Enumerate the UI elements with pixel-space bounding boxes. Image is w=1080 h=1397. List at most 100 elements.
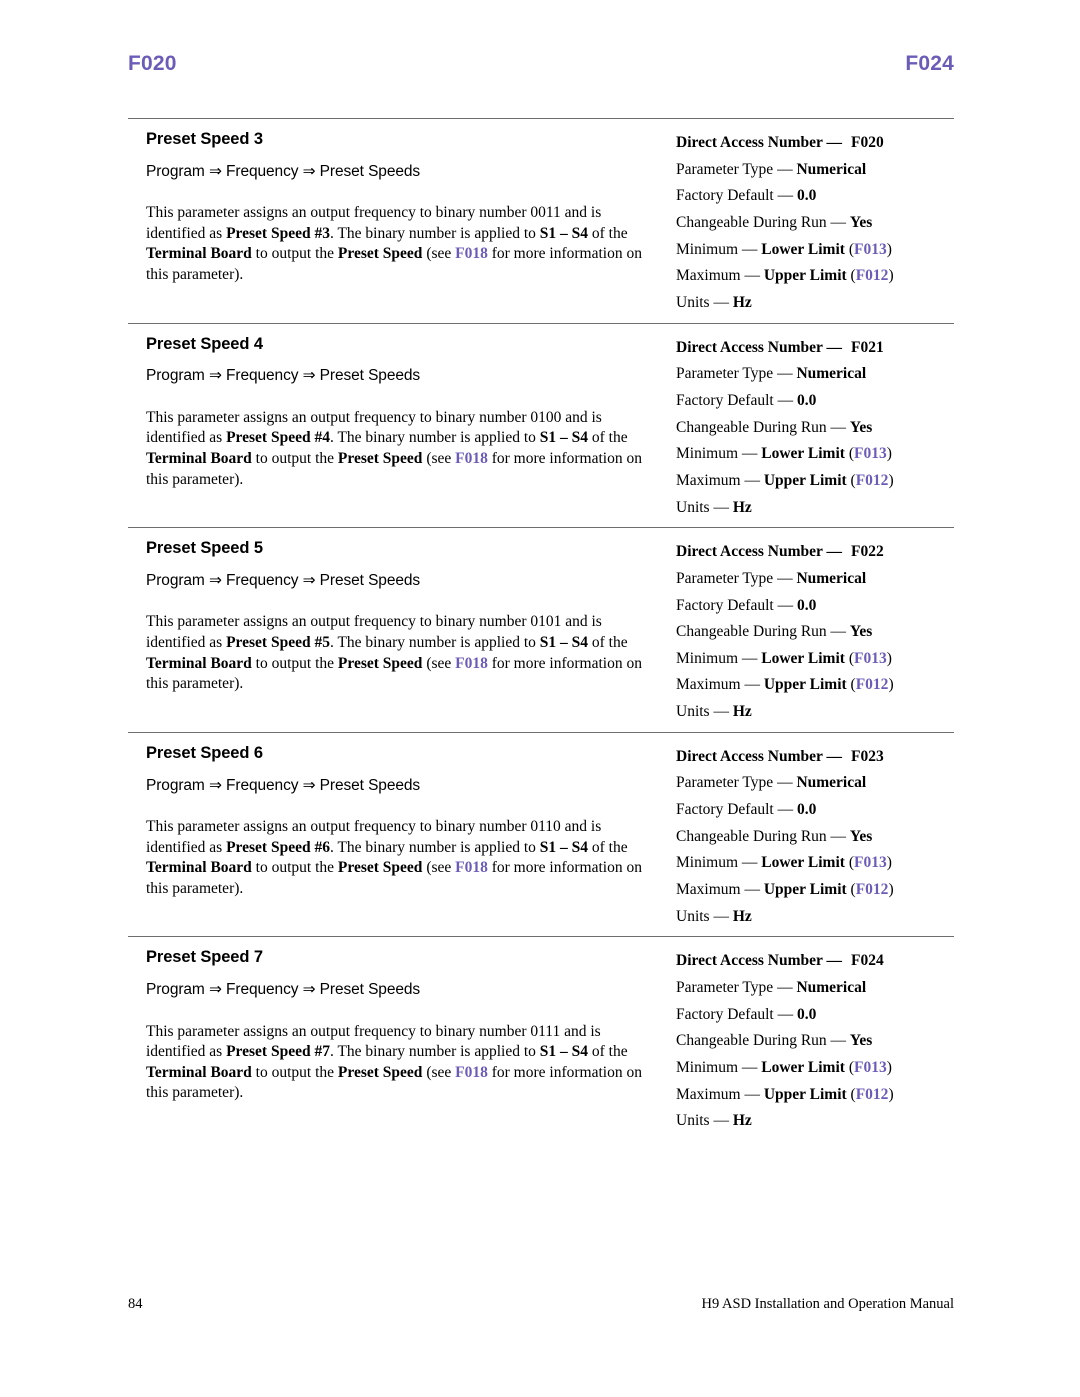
spec-label: Maximum xyxy=(676,471,741,489)
spec-parameter-type: Parameter Type — Numerical xyxy=(676,157,954,184)
spec-minimum: Minimum — Lower Limit (F013) xyxy=(676,1055,954,1082)
spec-direct-access-number: Direct Access Number — F022 xyxy=(676,539,954,566)
parameter-block: Preset Speed 3 Program ⇒ Frequency ⇒ Pres… xyxy=(128,118,954,323)
description-text-run: . The binary number is applied to xyxy=(329,1043,540,1061)
spec-label: Changeable During Run xyxy=(676,418,827,436)
spec-label: Maximum xyxy=(676,676,741,694)
spec-minimum: Minimum — Lower Limit (F013) xyxy=(676,646,954,673)
spec-value: 0.0 xyxy=(796,391,817,409)
preset-speed-emphasis: Preset Speed #6 xyxy=(226,838,330,856)
spec-value: Lower Limit xyxy=(761,240,845,258)
parameter-spec-column: Direct Access Number — F024 Parameter Type… xyxy=(653,948,954,1135)
spec-dash: — xyxy=(777,187,794,205)
parameter-description-column: Preset Speed 5 Program ⇒ Frequency ⇒ Pres… xyxy=(128,539,653,695)
spec-paren-close: ) xyxy=(886,1059,892,1076)
parameter-menu-path: Program ⇒ Frequency ⇒ Preset Speeds xyxy=(146,981,421,999)
spec-paren-close: ) xyxy=(888,1085,894,1103)
parameter-description-text: This parameter assigns an output frequen… xyxy=(146,203,653,285)
preset-speed-term-emphasis: Preset Speed xyxy=(337,859,423,877)
spec-dash: — xyxy=(741,649,758,667)
spec-dash: — xyxy=(741,445,758,463)
spec-label: Direct Access Number xyxy=(676,338,823,356)
spec-changeable-during-run: Changeable During Run — Yes xyxy=(676,415,954,442)
description-text-run: of the xyxy=(588,224,628,242)
cross-reference-link-minimum[interactable]: F013 xyxy=(854,650,887,667)
terminal-range-emphasis: S1 – S4 xyxy=(539,429,588,447)
cross-reference-link-f018[interactable]: F018 xyxy=(455,859,488,876)
spec-label: Direct Access Number xyxy=(676,543,823,561)
spec-value: Lower Limit xyxy=(761,854,845,872)
parameter-block: Preset Speed 4 Program ⇒ Frequency ⇒ Pres… xyxy=(128,322,954,528)
terminal-board-emphasis: Terminal Board xyxy=(146,1063,252,1081)
spec-factory-default: Factory Default — 0.0 xyxy=(676,388,954,415)
spec-label: Units xyxy=(676,907,710,925)
spec-label: Units xyxy=(676,1112,710,1130)
spec-label: Minimum xyxy=(676,854,739,872)
cross-reference-link-f018[interactable]: F018 xyxy=(455,450,488,467)
spec-direct-access-number: Direct Access Number — F023 xyxy=(676,744,954,771)
document-page: F020 F024 Preset Speed 3 Program ⇒ Freque… xyxy=(0,0,1080,1397)
parameter-spec-column: Direct Access Number — F023 Parameter Type… xyxy=(653,744,954,931)
spec-value: 0.0 xyxy=(796,1005,817,1023)
parameter-title: Preset Speed 3 xyxy=(146,130,263,148)
cross-reference-link-f018[interactable]: F018 xyxy=(455,655,488,672)
spec-parameter-type: Parameter Type — Numerical xyxy=(676,975,954,1002)
parameter-description-text: This parameter assigns an output frequen… xyxy=(146,817,653,899)
spec-label: Minimum xyxy=(676,1059,739,1076)
preset-speed-term-emphasis: Preset Speed xyxy=(337,1063,423,1081)
spec-value: Yes xyxy=(849,827,873,845)
spec-paren-close: ) xyxy=(888,267,894,285)
spec-label: Changeable During Run xyxy=(676,213,827,231)
spec-paren-close: ) xyxy=(888,471,894,489)
cross-reference-link-maximum[interactable]: F012 xyxy=(856,472,889,489)
spec-label: Parameter Type xyxy=(676,160,774,178)
cross-reference-link-f018[interactable]: F018 xyxy=(455,245,488,262)
spec-label: Direct Access Number xyxy=(676,952,823,970)
parameter-description-column: Preset Speed 4 Program ⇒ Frequency ⇒ Pres… xyxy=(128,335,653,491)
spec-dash: — xyxy=(777,160,793,178)
spec-units: Units — Hz xyxy=(676,1108,954,1135)
spec-label: Parameter Type xyxy=(676,979,774,997)
spec-value: F020 xyxy=(851,134,884,151)
spec-label: Factory Default xyxy=(676,801,774,819)
description-text-run: (see xyxy=(422,449,456,467)
spec-label: Maximum xyxy=(676,881,741,899)
spec-dash: — xyxy=(713,293,729,311)
description-text-run: to output the xyxy=(251,245,338,263)
spec-value: Numerical xyxy=(796,160,867,178)
spec-label: Parameter Type xyxy=(676,365,774,383)
preset-speed-emphasis: Preset Speed #3 xyxy=(226,224,330,242)
spec-dash: — xyxy=(777,391,794,409)
spec-factory-default: Factory Default — 0.0 xyxy=(676,183,954,210)
spec-changeable-during-run: Changeable During Run — Yes xyxy=(676,619,954,646)
cross-reference-link-minimum[interactable]: F013 xyxy=(854,241,887,258)
cross-reference-link-maximum[interactable]: F012 xyxy=(856,1086,889,1103)
footer-manual-title: H9 ASD Installation and Operation Manual xyxy=(701,1296,955,1312)
spec-label: Changeable During Run xyxy=(676,1032,827,1050)
spec-dash: — xyxy=(741,1059,758,1076)
cross-reference-link-minimum[interactable]: F013 xyxy=(854,854,887,871)
terminal-range-emphasis: S1 – S4 xyxy=(539,1043,588,1061)
cross-reference-link-minimum[interactable]: F013 xyxy=(854,1059,887,1076)
spec-dash: — xyxy=(830,827,847,845)
spec-value: Yes xyxy=(849,213,873,231)
preset-speed-emphasis: Preset Speed #7 xyxy=(226,1043,330,1061)
spec-minimum: Minimum — Lower Limit (F013) xyxy=(676,441,954,468)
cross-reference-link-f018[interactable]: F018 xyxy=(455,1064,488,1081)
running-head-right-folio: F024 xyxy=(905,52,954,75)
spec-dash: — xyxy=(713,498,729,516)
footer-page-number: 84 xyxy=(128,1296,143,1312)
spec-dash: — xyxy=(744,881,760,899)
cross-reference-link-minimum[interactable]: F013 xyxy=(854,445,887,462)
parameter-title: Preset Speed 6 xyxy=(146,743,263,762)
parameter-menu-path: Program ⇒ Frequency ⇒ Preset Speeds xyxy=(146,571,421,589)
cross-reference-link-maximum[interactable]: F012 xyxy=(856,881,889,898)
spec-changeable-during-run: Changeable During Run — Yes xyxy=(676,1028,954,1055)
spec-parameter-type: Parameter Type — Numerical xyxy=(676,361,954,388)
cross-reference-link-maximum[interactable]: F012 xyxy=(856,676,889,693)
cross-reference-link-maximum[interactable]: F012 xyxy=(856,267,889,284)
running-head: F020 F024 xyxy=(128,52,954,76)
spec-value: Numerical xyxy=(796,365,867,383)
description-text-run: to output the xyxy=(251,859,338,877)
spec-value: F024 xyxy=(851,952,884,970)
